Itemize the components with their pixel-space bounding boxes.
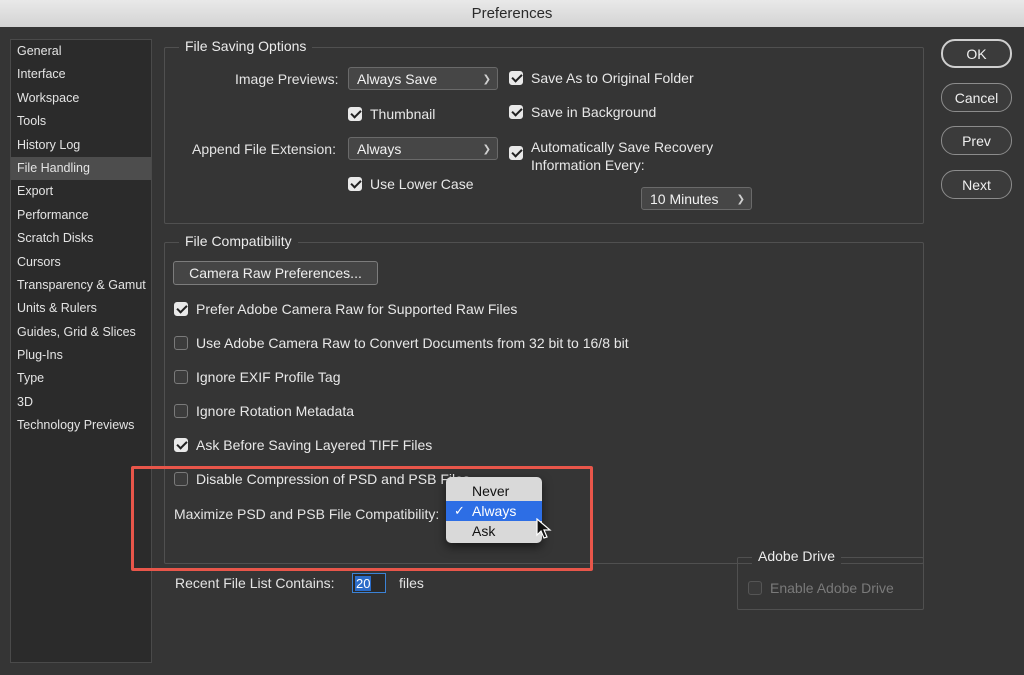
checkbox-unchecked-icon	[174, 404, 188, 418]
chevron-down-icon: ❯	[482, 144, 491, 155]
sidebar-item-tools[interactable]: Tools	[11, 110, 151, 133]
recent-files-input[interactable]: 20	[352, 573, 386, 593]
checkbox-checked-icon	[174, 438, 188, 452]
sidebar-item-type[interactable]: Type	[11, 367, 151, 390]
auto-save-label-line-1: Automatically Save Recovery	[531, 139, 714, 155]
save-background-label: Save in Background	[531, 104, 657, 120]
menu-option-never-label: Never	[472, 483, 510, 499]
sidebar-item-history-log[interactable]: History Log	[11, 134, 151, 157]
next-button[interactable]: Next	[941, 170, 1012, 199]
checkbox-unchecked-icon	[174, 370, 188, 384]
sidebar-item-interface[interactable]: Interface	[11, 63, 151, 86]
append-extension-value: Always	[357, 141, 402, 157]
sidebar-item-workspace[interactable]: Workspace	[11, 87, 151, 110]
lower-case-checkbox[interactable]: Use Lower Case	[348, 176, 474, 192]
image-previews-label: Image Previews:	[235, 71, 339, 87]
checkbox-checked-icon	[509, 71, 523, 85]
prev-button[interactable]: Prev	[941, 126, 1012, 155]
append-extension-select[interactable]: Always ❯	[348, 137, 498, 160]
ok-button[interactable]: OK	[941, 39, 1012, 68]
append-extension-label: Append File Extension:	[192, 141, 336, 157]
auto-save-label-line-2: Information Every:	[531, 157, 645, 173]
menu-option-ask-label: Ask	[472, 523, 496, 539]
adobe-drive-title: Adobe Drive	[752, 548, 842, 564]
menu-option-ask[interactable]: Ask	[446, 521, 542, 541]
lower-case-label: Use Lower Case	[370, 176, 474, 192]
enable-adobe-drive-checkbox[interactable]: Enable Adobe Drive	[748, 580, 894, 596]
checkbox-checked-icon	[509, 146, 523, 160]
maximize-compat-menu: Never ✓ Always Ask	[446, 477, 542, 543]
preferences-window: General Interface Workspace Tools Histor…	[0, 27, 1024, 675]
sidebar-item-scratch-disks[interactable]: Scratch Disks	[11, 227, 151, 250]
checkbox-unchecked-icon	[174, 336, 188, 350]
sidebar-item-cursors[interactable]: Cursors	[11, 251, 151, 274]
save-background-checkbox[interactable]: Save in Background	[509, 104, 656, 120]
chevron-down-icon: ❯	[482, 74, 491, 85]
sidebar-item-general[interactable]: General	[11, 40, 151, 63]
prefer-camera-raw-checkbox[interactable]: Prefer Adobe Camera Raw for Supported Ra…	[174, 301, 517, 317]
recent-files-label: Recent File List Contains:	[175, 575, 335, 591]
mouse-pointer-icon	[536, 518, 552, 539]
checkmark-icon: ✓	[454, 503, 465, 518]
chevron-down-icon: ❯	[736, 194, 745, 205]
sidebar-item-plug-ins[interactable]: Plug-Ins	[11, 344, 151, 367]
image-previews-value: Always Save	[357, 71, 438, 87]
save-as-original-label: Save As to Original Folder	[531, 70, 694, 86]
sidebar-item-transparency-gamut[interactable]: Transparency & Gamut	[11, 274, 151, 297]
cancel-button[interactable]: Cancel	[941, 83, 1012, 112]
file-compatibility-title: File Compatibility	[179, 233, 298, 249]
menu-option-always-label: Always	[472, 503, 517, 519]
sidebar-item-performance[interactable]: Performance	[11, 204, 151, 227]
sidebar-item-guides-grid-slices[interactable]: Guides, Grid & Slices	[11, 321, 151, 344]
checkbox-checked-icon	[348, 177, 362, 191]
sidebar-item-technology-previews[interactable]: Technology Previews	[11, 414, 151, 437]
camera-raw-convert-checkbox[interactable]: Use Adobe Camera Raw to Convert Document…	[174, 335, 629, 351]
ignore-exif-checkbox[interactable]: Ignore EXIF Profile Tag	[174, 369, 340, 385]
sidebar-item-export[interactable]: Export	[11, 180, 151, 203]
window-title: Preferences	[0, 0, 1024, 28]
auto-save-interval-value: 10 Minutes	[650, 191, 719, 207]
image-previews-select[interactable]: Always Save ❯	[348, 67, 498, 90]
ask-before-tiff-label: Ask Before Saving Layered TIFF Files	[196, 437, 433, 453]
enable-adobe-drive-label: Enable Adobe Drive	[770, 580, 894, 596]
menu-option-never[interactable]: Never	[446, 481, 542, 501]
sidebar-item-units-rulers[interactable]: Units & Rulers	[11, 297, 151, 320]
auto-save-checkbox[interactable]: Automatically Save Recovery Information …	[509, 138, 713, 174]
ignore-rotation-checkbox[interactable]: Ignore Rotation Metadata	[174, 403, 354, 419]
checkbox-checked-icon	[174, 302, 188, 316]
recent-files-value: 20	[355, 576, 372, 591]
camera-raw-preferences-button[interactable]: Camera Raw Preferences...	[173, 261, 378, 285]
ignore-rotation-label: Ignore Rotation Metadata	[196, 403, 354, 419]
auto-save-label: Automatically Save Recovery Information …	[531, 138, 713, 174]
menu-option-always[interactable]: ✓ Always	[446, 501, 542, 521]
prefer-camera-raw-label: Prefer Adobe Camera Raw for Supported Ra…	[196, 301, 518, 317]
thumbnail-checkbox[interactable]: Thumbnail	[348, 106, 435, 122]
save-as-original-checkbox[interactable]: Save As to Original Folder	[509, 70, 694, 86]
checkbox-disabled-icon	[748, 581, 762, 595]
thumbnail-label: Thumbnail	[370, 106, 436, 122]
checkbox-checked-icon	[348, 107, 362, 121]
sidebar-item-file-handling[interactable]: File Handling	[11, 156, 151, 181]
auto-save-interval-select[interactable]: 10 Minutes ❯	[641, 187, 752, 210]
sidebar-item-3d[interactable]: 3D	[11, 391, 151, 414]
checkbox-checked-icon	[509, 105, 523, 119]
file-saving-options-title: File Saving Options	[179, 38, 313, 54]
recent-files-suffix: files	[399, 575, 424, 591]
ask-before-tiff-checkbox[interactable]: Ask Before Saving Layered TIFF Files	[174, 437, 432, 453]
camera-raw-convert-label: Use Adobe Camera Raw to Convert Document…	[196, 335, 629, 351]
ignore-exif-label: Ignore EXIF Profile Tag	[196, 369, 341, 385]
